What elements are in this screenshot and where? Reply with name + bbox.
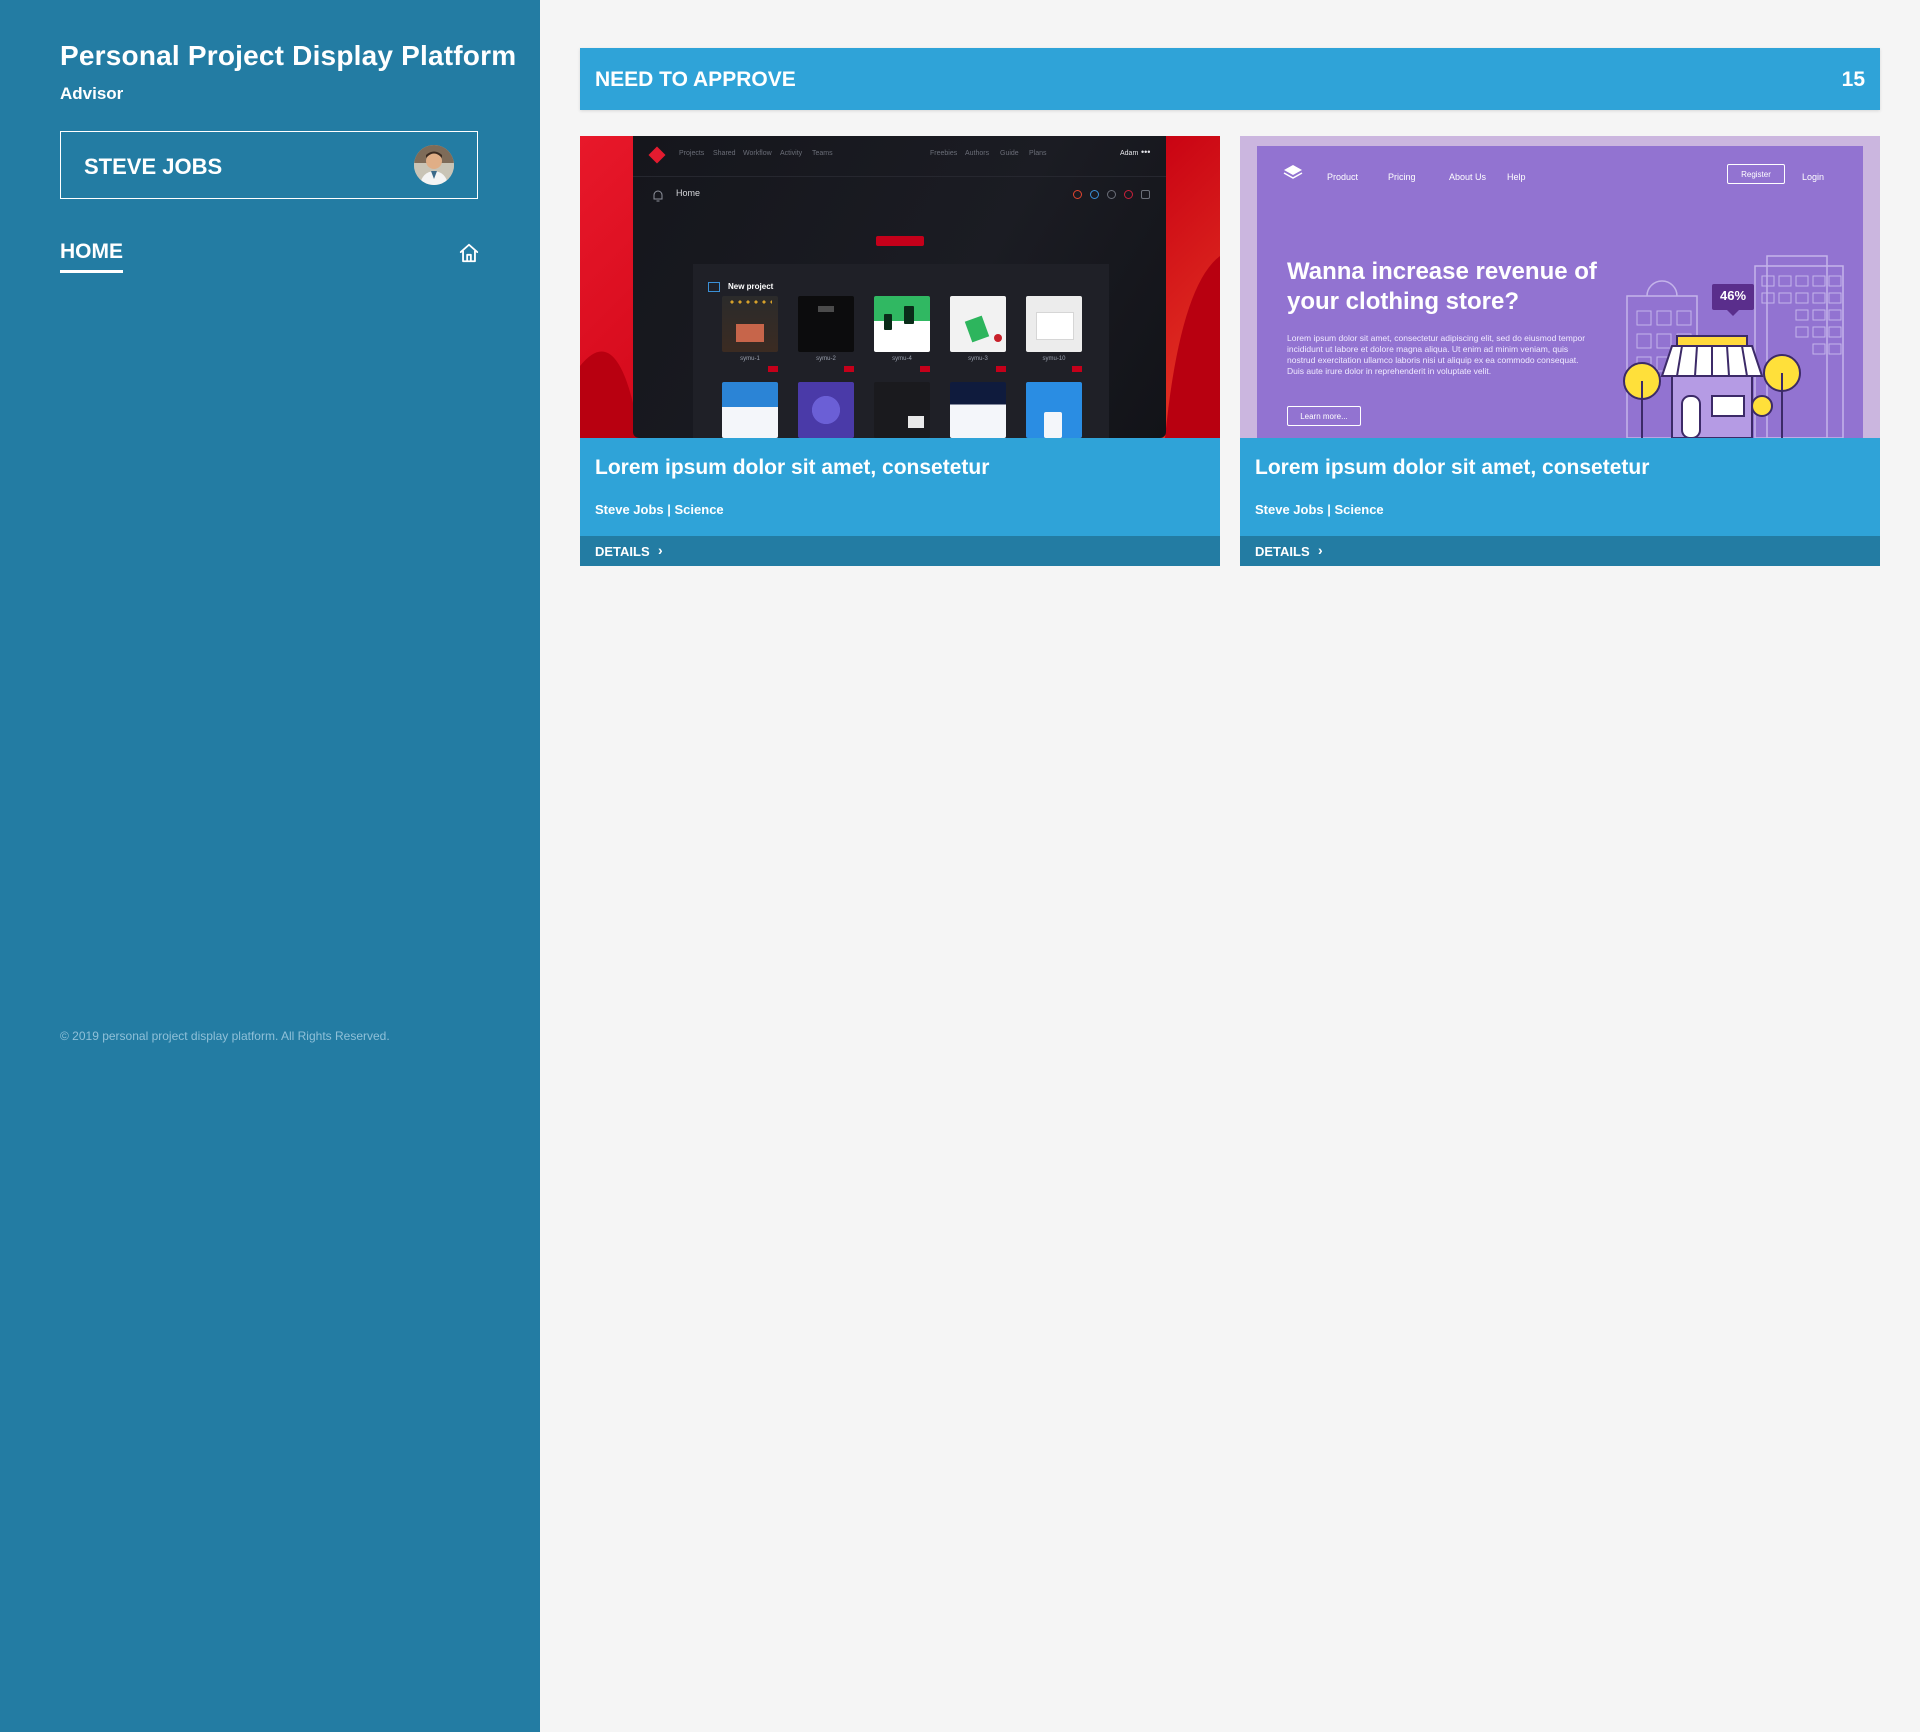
thumb-tile (722, 296, 778, 352)
thumb-body-text: Lorem ipsum dolor sit amet, consectetur … (1287, 333, 1586, 376)
tile-tag (1072, 366, 1082, 372)
details-label: DETAILS (1255, 544, 1310, 559)
thumb-nav-item: Freebies (930, 150, 958, 157)
thumb-tile (798, 382, 854, 438)
tile-tag (920, 366, 930, 372)
thumb-register: Register (1727, 164, 1785, 184)
thumb-tile-label: symu-3 (968, 356, 988, 362)
project-card[interactable]: Projects Shared Workflow Activity Teams … (580, 136, 1220, 566)
user-role: Advisor (60, 84, 124, 103)
card-meta: Steve Jobs | Science (1255, 502, 1384, 517)
home-icon (459, 243, 479, 263)
notification-badge (876, 236, 924, 246)
thumb-nav-item: Teams (812, 150, 833, 157)
thumb-tile-label: symu-1 (740, 356, 760, 362)
image-icon (708, 282, 720, 292)
nav-home-label: HOME (60, 240, 123, 273)
thumb-tile (874, 296, 930, 352)
card-title[interactable]: Lorem ipsum dolor sit amet, consetetur (1255, 456, 1649, 480)
details-button[interactable]: DETAILS › (1240, 536, 1880, 566)
thumb-tile (950, 382, 1006, 438)
thumbnail-screen: Product Pricing About Us Help Register L… (1257, 146, 1863, 438)
thumb-tile-label: symu-4 (892, 356, 912, 362)
brand-logo-icon (1283, 165, 1303, 179)
thumbnail-screen: Projects Shared Workflow Activity Teams … (633, 136, 1166, 438)
thumb-nav-item: Guide (1000, 150, 1019, 157)
section-header: NEED TO APPROVE 15 (580, 48, 1880, 110)
thumb-nav-item: Shared (713, 150, 736, 157)
thumb-tile-label: symu-10 (1042, 356, 1066, 362)
section-title: NEED TO APPROVE (595, 68, 796, 91)
status-icon (1090, 190, 1099, 199)
thumb-tile (798, 296, 854, 352)
brand-logo-icon (648, 146, 666, 164)
sidebar: Personal Project Display Platform Adviso… (0, 0, 540, 1732)
user-name: STEVE JOBS (84, 154, 223, 179)
avatar[interactable] (414, 145, 454, 185)
thumb-page-title: Home (676, 188, 701, 198)
project-thumbnail[interactable]: Product Pricing About Us Help Register L… (1240, 136, 1880, 438)
avatar-icon (414, 145, 454, 185)
thumb-tile (950, 296, 1006, 352)
bell-icon (653, 190, 663, 202)
details-label: DETAILS (595, 544, 650, 559)
thumb-tile (1026, 296, 1082, 352)
thumb-headline: Wanna increase revenue of your clothing … (1287, 258, 1597, 315)
status-icon (1107, 190, 1116, 199)
thumb-nav-item: Product (1327, 172, 1359, 182)
status-icon (1124, 190, 1133, 199)
thumb-learn-more: Learn more... (1287, 406, 1361, 426)
thumb-nav-item: Plans (1029, 150, 1047, 157)
thumb-nav-item: Help (1507, 172, 1526, 182)
thumb-nav-item: Pricing (1388, 172, 1416, 182)
thumb-panel-title: New project (728, 282, 774, 291)
app-title: Personal Project Display Platform (60, 40, 517, 71)
pending-count: 15 (1841, 68, 1865, 91)
project-thumbnail[interactable]: Projects Shared Workflow Activity Teams … (580, 136, 1220, 438)
thumb-discount-badge: 46% (1719, 288, 1747, 303)
thumb-nav-item: Activity (780, 150, 803, 157)
thumb-nav-item: Projects (679, 150, 705, 157)
card-title[interactable]: Lorem ipsum dolor sit amet, consetetur (595, 456, 989, 480)
thumb-user: Adam (1120, 150, 1139, 157)
lock-icon (1141, 190, 1150, 199)
card-body: Lorem ipsum dolor sit amet, consetetur S… (1240, 438, 1880, 536)
nav-home[interactable]: HOME (60, 240, 480, 280)
copyright: © 2019 personal project display platform… (60, 1029, 390, 1043)
tile-tag (768, 366, 778, 372)
thumb-tile (874, 382, 930, 438)
thumbnail-panel: New project symu-1 symu-2 symu-4 symu-3 … (693, 264, 1109, 438)
thumb-tile (1026, 382, 1082, 438)
thumb-nav-item: About Us (1449, 172, 1487, 182)
details-button[interactable]: DETAILS › (580, 536, 1220, 566)
card-meta: Steve Jobs | Science (595, 502, 724, 517)
more-icon: ••• (1141, 147, 1151, 157)
thumb-tile-label: symu-2 (816, 356, 836, 362)
chevron-right-icon: › (1318, 542, 1323, 558)
store-illustration (1623, 255, 1844, 438)
tile-tag (996, 366, 1006, 372)
tile-tag (844, 366, 854, 372)
thumb-login: Login (1802, 172, 1825, 182)
thumbnail-topbar: Projects Shared Workflow Activity Teams … (633, 136, 1166, 177)
thumb-nav-item: Authors (965, 150, 990, 157)
thumb-tile (722, 382, 778, 438)
chevron-right-icon: › (658, 542, 663, 558)
project-card[interactable]: Product Pricing About Us Help Register L… (1240, 136, 1880, 566)
thumb-nav-item: Workflow (743, 150, 772, 157)
card-body: Lorem ipsum dolor sit amet, consetetur S… (580, 438, 1220, 536)
status-icon (1073, 190, 1082, 199)
user-profile-box[interactable]: STEVE JOBS (60, 131, 478, 199)
